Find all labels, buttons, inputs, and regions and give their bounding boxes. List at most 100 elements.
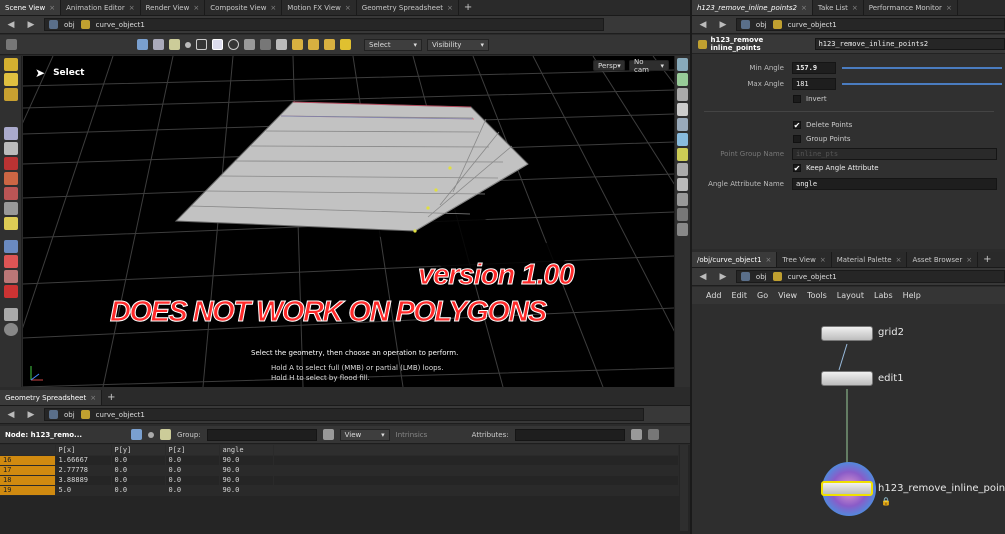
visibility-dropdown[interactable]: Visibility ▾ [427,38,489,51]
tab-composite-view[interactable]: Composite View × [205,0,283,15]
delete-points-checkbox[interactable]: ✔ [793,121,801,129]
add-sheet-tab-icon[interactable]: + [102,390,120,405]
safe-area-icon[interactable] [677,208,688,221]
align-icon[interactable] [3,255,18,268]
persp-dropdown[interactable]: Persp ▾ [593,60,625,71]
tab-network[interactable]: /obj/curve_object1 × [692,252,778,267]
menu-go[interactable]: Go [757,291,768,300]
transform-icon[interactable] [3,88,18,101]
table-row[interactable]: 19 5.0 0.0 0.0 90.0 [0,485,679,496]
handle-icon[interactable] [3,58,18,71]
min-angle-slider[interactable] [842,67,1002,69]
points-display-icon[interactable] [677,118,688,131]
sheet-vertices-icon[interactable] [148,431,154,438]
tab-scene-view[interactable]: Scene View × [0,0,62,15]
params-forward-icon[interactable]: ▶ [716,19,730,31]
select-rect-icon[interactable] [212,39,223,50]
tab-geometry-spreadsheet[interactable]: Geometry Spreadsheet × [357,0,459,15]
column-header[interactable]: P[x] [55,445,112,456]
min-angle-field[interactable]: 157.9 [792,62,836,74]
snap-icon[interactable] [3,240,18,253]
tab-motion-fx-view[interactable]: Motion FX View × [282,0,357,15]
tab-animation-editor[interactable]: Animation Editor × [61,0,141,15]
grid-snap-icon[interactable] [3,270,18,283]
select-prims-icon[interactable] [169,39,180,50]
sheet-view-dropdown[interactable]: View ▾ [339,428,390,441]
table-row[interactable]: 18 3.88889 0.0 0.0 90.0 [0,475,679,486]
net-forward-icon[interactable]: ▶ [716,271,730,283]
sheet-attributes-field[interactable] [514,428,625,441]
menu-labs[interactable]: Labs [874,291,893,300]
select-points-icon[interactable] [137,39,148,50]
lock-icon[interactable] [3,142,18,155]
select-boundary-icon[interactable] [324,39,335,50]
sheet-points-icon[interactable] [131,429,142,440]
menu-help[interactable]: Help [903,291,921,300]
pose-icon[interactable] [3,73,18,86]
sheet-group-field[interactable] [206,428,317,441]
view-icon[interactable] [3,323,18,336]
tab-performance-monitor[interactable]: Performance Monitor × [864,0,958,15]
sheet-options-icon[interactable] [647,429,659,440]
menu-layout[interactable]: Layout [837,291,864,300]
grid-icon[interactable] [677,193,688,206]
params-back-icon[interactable]: ◀ [696,19,710,31]
select-vertices-icon[interactable] [185,41,191,48]
network-canvas[interactable]: grid2 edit1 h123_remove_inline_points2 🔒 [692,304,1005,534]
lighting-icon[interactable] [677,73,688,86]
tab-tree-view[interactable]: Tree View × [777,252,832,267]
laser-icon[interactable] [260,39,271,50]
sheet-prims-icon[interactable] [160,429,171,440]
filter-icon[interactable] [322,429,334,440]
column-header[interactable]: P[y] [111,445,166,456]
tab-params[interactable]: h123_remove_inline_points2 × [692,0,813,15]
tab-take-list[interactable]: Take List × [813,0,864,15]
paint-icon[interactable] [3,157,18,170]
shading-icon[interactable] [677,88,688,101]
column-header[interactable] [0,445,56,456]
select-edges-icon[interactable] [153,39,164,50]
node-edit1[interactable] [821,371,873,386]
column-header[interactable]: P[z] [165,445,220,456]
select-group-icon[interactable] [292,39,303,50]
table-row[interactable]: 16 1.66667 0.0 0.0 90.0 [0,455,679,466]
group-points-checkbox[interactable] [793,135,801,143]
sheet-back-icon[interactable]: ◀ [4,409,18,421]
sculpt-icon[interactable] [3,172,18,185]
invert-checkbox[interactable] [793,95,801,103]
sheet-forward-icon[interactable]: ▶ [24,409,38,421]
params-path-field[interactable]: obj curve_object1 [735,18,1005,31]
table-row[interactable]: 17 2.77778 0.0 0.0 90.0 [0,465,679,476]
particles-icon[interactable] [677,223,688,236]
add-network-tab-icon[interactable]: + [978,252,996,267]
normals-display-icon[interactable] [677,133,688,146]
max-angle-slider[interactable] [842,83,1002,85]
node-name-field[interactable]: h123_remove_inline_points2 [814,38,1005,50]
magnet-icon[interactable] [3,285,18,298]
sheet-path-field[interactable]: obj curve_object1 [44,408,644,421]
pivot-icon[interactable] [3,217,18,230]
scatter-icon[interactable] [3,202,18,215]
camera-icon[interactable] [677,163,688,176]
node-grid2[interactable] [821,326,873,341]
menu-view[interactable]: View [778,291,797,300]
back-icon[interactable]: ◀ [4,19,18,31]
scene-path-field[interactable]: obj curve_object1 [44,18,604,31]
light-icon[interactable] [677,148,688,161]
menu-add[interactable]: Add [706,291,722,300]
display-options-icon[interactable] [3,308,18,321]
point-group-field[interactable]: inline_pts [792,148,997,160]
select-connected-icon[interactable] [308,39,319,50]
select-box-icon[interactable] [196,39,207,50]
sheet-intrinsics-dropdown[interactable]: Intrinsics [396,431,466,439]
crown-icon[interactable] [340,39,351,50]
drive-icon[interactable] [3,187,18,200]
display-mode-icon[interactable] [677,58,688,71]
keep-angle-checkbox[interactable]: ✔ [793,164,801,172]
camera-dropdown[interactable]: No cam ▾ [629,58,669,74]
tab-render-view[interactable]: Render View × [141,0,206,15]
node-h123-remove-inline-points2[interactable] [821,481,873,496]
tab-material-palette[interactable]: Material Palette × [832,252,908,267]
column-header[interactable]: angle [219,445,274,456]
menu-tools[interactable]: Tools [807,291,827,300]
